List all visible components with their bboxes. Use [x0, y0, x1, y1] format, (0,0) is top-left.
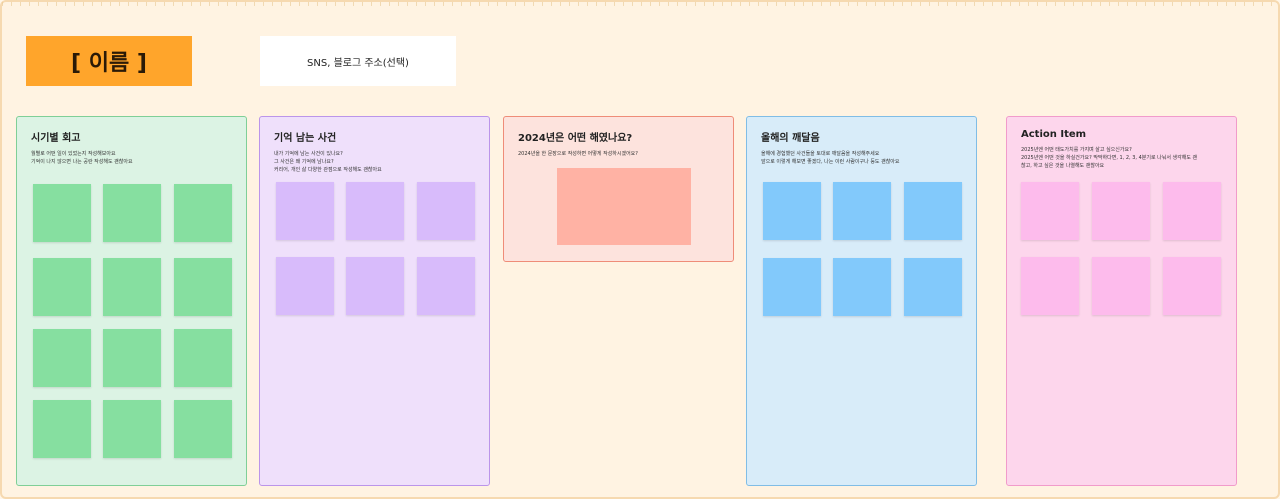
sticky-note[interactable]	[174, 258, 232, 316]
sticky-note[interactable]	[1163, 257, 1221, 315]
section-description-line: 2025년엔 어떤 것을 하실건가요? 막막하다면, 1, 2, 3, 4분기로…	[1021, 155, 1198, 161]
sticky-note[interactable]	[174, 184, 232, 242]
sticky-note[interactable]	[174, 329, 232, 387]
sticky-note[interactable]	[103, 258, 161, 316]
sticky-note[interactable]	[1163, 182, 1221, 240]
section-description-line: 기억이 나지 않으면 나는 공란 작성해도 괜찮아요	[31, 159, 133, 165]
section-title: 올해의 깨달음	[761, 133, 820, 144]
sticky-note[interactable]	[833, 182, 891, 240]
section-title: 기억 남는 사건	[274, 133, 337, 144]
section-description-line: 찮고, 하고 싶은 것을 나열해도 괜찮아요	[1021, 163, 1105, 169]
section-memorable-events[interactable]: 기억 남는 사건 내가 기억에 남는 사건이 있나요? 그 사건은 왜 기억에 …	[259, 116, 490, 486]
sticky-note[interactable]	[904, 258, 962, 316]
sticky-note[interactable]	[276, 182, 334, 240]
sticky-note[interactable]	[33, 184, 91, 242]
section-description-line: 2025년엔 어떤 태도가치를 가지며 살고 싶으신가요?	[1021, 147, 1132, 153]
sns-address-sticky[interactable]: SNS, 블로그 주소(선택)	[260, 36, 456, 86]
section-description-line: 올해에 경험했던 사건들을 토대로 깨달음을 작성해주세요	[761, 151, 880, 157]
sticky-note[interactable]	[346, 257, 404, 315]
name-sticky[interactable]: [ 이름 ]	[26, 36, 192, 86]
sticky-note[interactable]	[103, 184, 161, 242]
section-title: 2024년은 어떤 해였나요?	[518, 133, 633, 144]
section-description-line: 커리어, 개인 삶 다양한 관점으로 작성해도 괜찮아요	[274, 167, 382, 173]
sticky-note[interactable]	[833, 258, 891, 316]
sticky-note[interactable]	[763, 182, 821, 240]
sticky-note[interactable]	[33, 400, 91, 458]
sticky-note-large[interactable]	[557, 168, 691, 245]
sticky-note[interactable]	[417, 257, 475, 315]
sticky-note[interactable]	[1092, 182, 1150, 240]
section-description-line: 내가 기억에 남는 사건이 있나요?	[274, 151, 343, 157]
section-period-review[interactable]: 시기별 회고 월별로 어떤 일이 있었는지 작성해보아요 기억이 나지 않으면 …	[16, 116, 247, 486]
sticky-note[interactable]	[417, 182, 475, 240]
section-description-line: 그 사건은 왜 기억에 남나요?	[274, 159, 334, 165]
sticky-note[interactable]	[1021, 182, 1079, 240]
section-realizations[interactable]: 올해의 깨달음 올해에 경험했던 사건들을 토대로 깨달음을 작성해주세요 앞으…	[746, 116, 977, 486]
sticky-note[interactable]	[33, 329, 91, 387]
sticky-note[interactable]	[904, 182, 962, 240]
section-title: 시기별 회고	[31, 133, 81, 144]
sticky-note[interactable]	[103, 400, 161, 458]
section-title: Action Item	[1021, 129, 1087, 140]
section-description-line: 월별로 어떤 일이 있었는지 작성해보아요	[31, 151, 116, 157]
sticky-note[interactable]	[763, 258, 821, 316]
top-ruler	[2, 2, 1280, 6]
section-year-summary[interactable]: 2024년은 어떤 해였나요? 2024년을 한 문장으로 작성하면 어떻게 작…	[503, 116, 734, 262]
section-description-line: 앞으로 이렇게 해보면 좋겠다, 나는 이런 사람이구나 등도 괜찮아요	[761, 159, 900, 165]
sticky-note[interactable]	[1092, 257, 1150, 315]
section-description-line: 2024년을 한 문장으로 작성하면 어떻게 작성하시겠어요?	[518, 151, 638, 157]
sticky-note[interactable]	[346, 182, 404, 240]
sticky-note[interactable]	[1021, 257, 1079, 315]
section-action-item[interactable]: Action Item 2025년엔 어떤 태도가치를 가지며 살고 싶으신가요…	[1006, 116, 1237, 486]
sticky-note[interactable]	[174, 400, 232, 458]
sticky-note[interactable]	[33, 258, 91, 316]
sticky-note[interactable]	[103, 329, 161, 387]
sticky-note[interactable]	[276, 257, 334, 315]
